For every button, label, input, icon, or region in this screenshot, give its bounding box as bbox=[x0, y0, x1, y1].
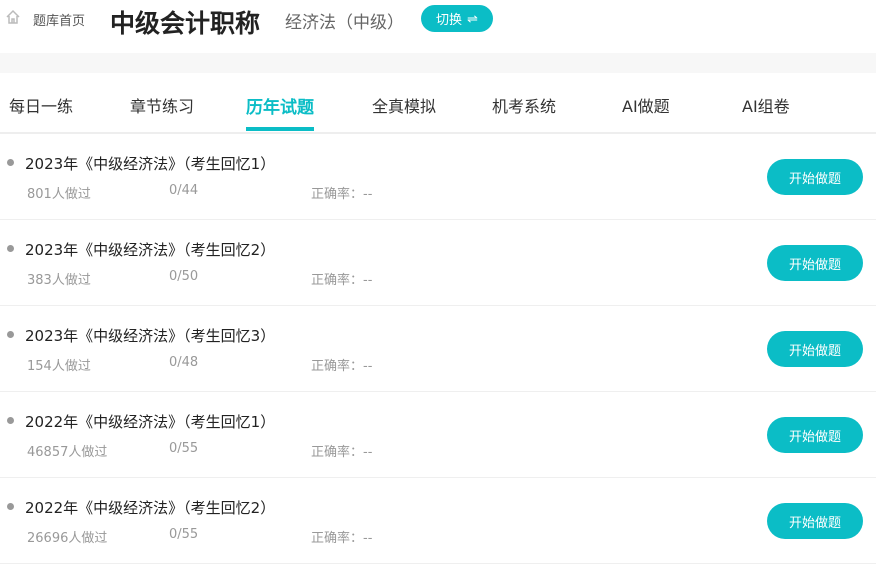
start-button[interactable]: 开始做题 bbox=[767, 503, 863, 539]
tab-4[interactable]: 机考系统 bbox=[492, 93, 556, 117]
accuracy: 正确率：-- bbox=[311, 445, 373, 460]
switch-button[interactable]: 切换 ⇌ bbox=[421, 5, 493, 32]
paper-title[interactable]: 2023年《中级经济法》（考生回忆2） bbox=[25, 239, 275, 260]
tab-bar: 每日一练 章节练习 历年试题 全真模拟 机考系统 AI做题 AI组卷 bbox=[0, 73, 876, 134]
paper-title[interactable]: 2022年《中级经济法》（考生回忆2） bbox=[25, 497, 275, 518]
list-item: 2023年《中级经济法》（考生回忆1） 801人做过 0/44 正确率：-- 开… bbox=[0, 134, 876, 220]
header: 题库首页 中级会计职称 经济法（中级） 切换 ⇌ bbox=[0, 0, 876, 53]
bullet-icon bbox=[7, 417, 14, 424]
paper-title[interactable]: 2023年《中级经济法》（考生回忆1） bbox=[25, 153, 275, 174]
page-title: 中级会计职称 bbox=[110, 9, 261, 38]
tab-2[interactable]: 历年试题 bbox=[246, 93, 314, 131]
bullet-icon bbox=[7, 331, 14, 338]
progress: 0/50 bbox=[169, 269, 199, 284]
list-item: 2023年《中级经济法》（考生回忆3） 154人做过 0/48 正确率：-- 开… bbox=[0, 306, 876, 392]
switch-label: 切换 bbox=[436, 12, 463, 27]
accuracy: 正确率：-- bbox=[311, 273, 373, 288]
list-item: 2022年《中级经济法》（考生回忆2） 26696人做过 0/55 正确率：--… bbox=[0, 478, 876, 564]
tab-6[interactable]: AI组卷 bbox=[742, 93, 790, 117]
home-link[interactable]: 题库首页 bbox=[33, 10, 85, 29]
progress: 0/55 bbox=[169, 527, 199, 542]
done-count: 383人做过 bbox=[27, 273, 91, 288]
progress: 0/55 bbox=[169, 441, 199, 456]
bullet-icon bbox=[7, 159, 14, 166]
switch-arrows-icon: ⇌ bbox=[467, 10, 478, 26]
start-button[interactable]: 开始做题 bbox=[767, 159, 863, 195]
start-button[interactable]: 开始做题 bbox=[767, 331, 863, 367]
list-item: 2023年《中级经济法》（考生回忆2） 383人做过 0/50 正确率：-- 开… bbox=[0, 220, 876, 306]
done-count: 46857人做过 bbox=[27, 445, 108, 460]
paper-title[interactable]: 2023年《中级经济法》（考生回忆3） bbox=[25, 325, 275, 346]
done-count: 801人做过 bbox=[27, 187, 91, 202]
bullet-icon bbox=[7, 245, 14, 252]
bullet-icon bbox=[7, 503, 14, 510]
done-count: 154人做过 bbox=[27, 359, 91, 374]
tab-0[interactable]: 每日一练 bbox=[9, 93, 73, 117]
subject-label: 经济法（中级） bbox=[285, 13, 404, 33]
tab-3[interactable]: 全真模拟 bbox=[372, 93, 436, 117]
progress: 0/44 bbox=[169, 183, 199, 198]
start-button[interactable]: 开始做题 bbox=[767, 245, 863, 281]
tab-1[interactable]: 章节练习 bbox=[130, 93, 194, 117]
list-item: 2022年《中级经济法》（考生回忆1） 46857人做过 0/55 正确率：--… bbox=[0, 392, 876, 478]
tab-5[interactable]: AI做题 bbox=[622, 93, 670, 117]
progress: 0/48 bbox=[169, 355, 199, 370]
accuracy: 正确率：-- bbox=[311, 359, 373, 374]
accuracy: 正确率：-- bbox=[311, 187, 373, 202]
done-count: 26696人做过 bbox=[27, 531, 108, 546]
start-button[interactable]: 开始做题 bbox=[767, 417, 863, 453]
paper-title[interactable]: 2022年《中级经济法》（考生回忆1） bbox=[25, 411, 275, 432]
accuracy: 正确率：-- bbox=[311, 531, 373, 546]
divider-band bbox=[0, 53, 876, 73]
home-icon[interactable] bbox=[5, 9, 21, 25]
